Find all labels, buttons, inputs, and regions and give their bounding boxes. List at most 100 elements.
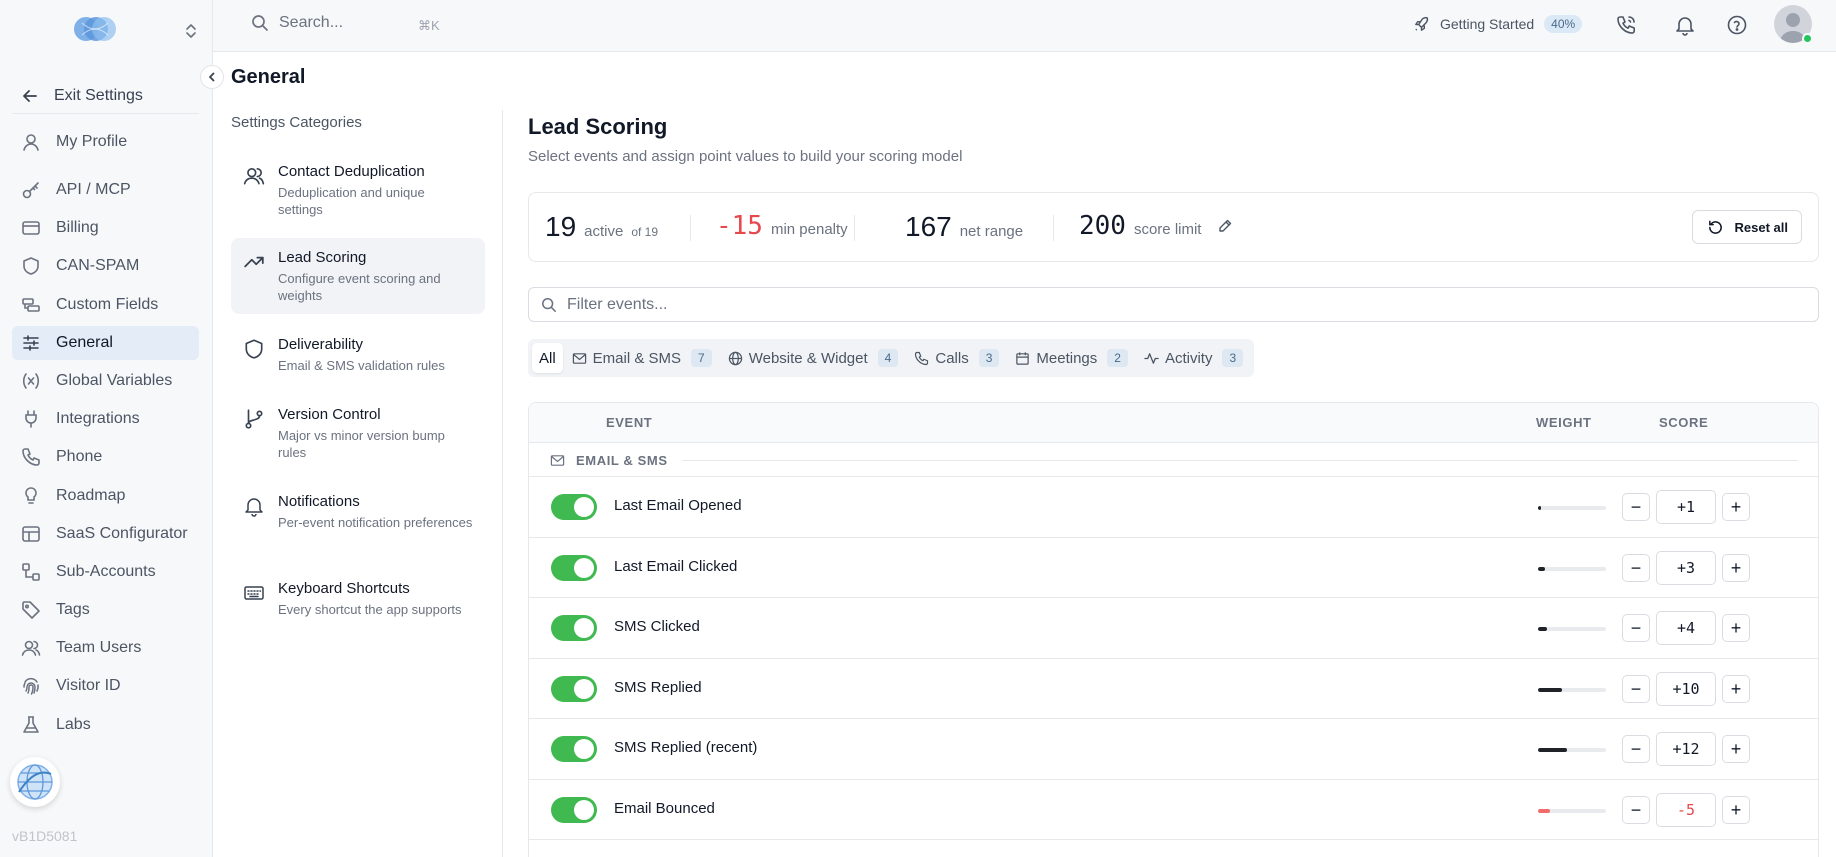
category-keyboard-shortcuts[interactable]: Keyboard Shortcuts Every shortcut the ap… — [231, 569, 485, 628]
event-toggle[interactable] — [551, 494, 597, 520]
increment-button[interactable]: + — [1722, 795, 1750, 824]
increment-button[interactable]: + — [1722, 674, 1750, 703]
tab-calls[interactable]: Calls 3 — [907, 343, 1006, 373]
phone-call-icon[interactable] — [1615, 14, 1637, 36]
increment-button[interactable]: + — [1722, 493, 1750, 521]
decrement-button[interactable]: − — [1622, 493, 1650, 521]
tab-meetings[interactable]: Meetings 2 — [1008, 343, 1135, 373]
column-header-score: SCORE — [1659, 415, 1709, 430]
sidebar-item-label: General — [56, 333, 113, 351]
increment-button[interactable]: + — [1722, 735, 1750, 763]
decrement-button[interactable]: − — [1622, 553, 1650, 582]
score-value[interactable]: +10 — [1656, 671, 1716, 706]
sidebar-item-team-users[interactable]: Team Users — [12, 631, 199, 665]
table-row: Last Email Clicked − +3 + — [529, 538, 1818, 598]
decrement-button[interactable]: − — [1622, 795, 1650, 824]
stat-limit-label: score limit — [1133, 221, 1202, 238]
filter-events-input[interactable] — [567, 288, 1807, 321]
decrement-button[interactable]: − — [1622, 735, 1650, 763]
sidebar-item-label: Roadmap — [56, 486, 126, 504]
sidebar-item-saas-configurator[interactable]: SaaS Configurator — [12, 517, 199, 551]
section-title: Lead Scoring — [528, 114, 668, 139]
weight-bar-fill — [1538, 748, 1567, 752]
sub-accounts-icon — [20, 561, 42, 583]
sidebar-item-global-variables[interactable]: Global Variables — [12, 364, 199, 398]
credit-card-icon — [20, 217, 42, 239]
stat-range: 167 net range — [905, 211, 1023, 243]
category-contact-deduplication[interactable]: Contact Deduplication Deduplication and … — [231, 152, 485, 228]
sidebar-item-can-spam[interactable]: CAN-SPAM — [12, 249, 199, 283]
category-title: Deliverability — [278, 336, 364, 353]
category-lead-scoring[interactable]: Lead Scoring Configure event scoring and… — [231, 238, 485, 314]
sidebar-item-billing[interactable]: Billing — [12, 211, 199, 245]
weight-bar — [1538, 627, 1606, 631]
bell-icon[interactable] — [1674, 14, 1696, 36]
tab-website-widget[interactable]: Website & Widget 4 — [721, 343, 906, 373]
category-desc: Every shortcut the app supports — [278, 602, 462, 617]
sidebar-item-phone[interactable]: Phone — [12, 440, 199, 474]
activity-icon — [1144, 352, 1159, 364]
flask-icon — [20, 714, 42, 736]
collapse-sidebar-button[interactable] — [200, 65, 224, 89]
event-toggle[interactable] — [551, 736, 597, 762]
chevron-updown-icon[interactable] — [184, 23, 198, 39]
category-title: Contact Deduplication — [278, 163, 425, 180]
tab-activity[interactable]: Activity 3 — [1137, 343, 1250, 373]
event-toggle[interactable] — [551, 615, 597, 641]
exit-settings-link[interactable]: Exit Settings — [12, 78, 199, 114]
sidebar-item-tags[interactable]: Tags — [12, 593, 199, 627]
sidebar-item-api-mcp[interactable]: API / MCP — [12, 173, 199, 207]
stats-bar: 19 active of 19 -15 min penalty 167 net … — [528, 192, 1819, 262]
reset-all-button[interactable]: Reset all — [1691, 210, 1802, 244]
event-toggle[interactable] — [551, 554, 597, 581]
score-value[interactable]: +3 — [1656, 550, 1716, 585]
progress-badge: 40% — [1544, 15, 1583, 33]
scoring-table: EVENT WEIGHT SCORE EMAIL & SMS Last Emai… — [528, 402, 1819, 857]
increment-button[interactable]: + — [1722, 553, 1750, 582]
category-deliverability[interactable]: Deliverability Email & SMS validation ru… — [231, 325, 485, 384]
sidebar-item-sub-accounts[interactable]: Sub-Accounts — [12, 555, 199, 589]
decrement-button[interactable]: − — [1622, 614, 1650, 642]
event-toggle[interactable] — [551, 675, 597, 702]
event-toggle[interactable] — [551, 796, 597, 823]
calendar-icon — [1016, 351, 1030, 365]
score-stepper: − +12 + — [1622, 732, 1750, 766]
reset-all-label: Reset all — [1734, 219, 1788, 235]
score-value[interactable]: +4 — [1656, 611, 1716, 645]
score-value[interactable]: +12 — [1656, 732, 1716, 766]
category-desc: Email & SMS validation rules — [278, 358, 445, 373]
increment-button[interactable]: + — [1722, 614, 1750, 642]
category-version-control[interactable]: Version Control Major vs minor version b… — [231, 395, 485, 471]
global-search[interactable]: Search... — [251, 14, 343, 32]
weight-bar — [1538, 566, 1606, 571]
logo-icon — [74, 17, 116, 41]
getting-started-label: Getting Started — [1440, 16, 1535, 32]
sidebar-item-visitor-id[interactable]: Visitor ID — [12, 669, 199, 703]
tab-count: 3 — [978, 349, 1000, 367]
sidebar-item-general[interactable]: General — [12, 325, 199, 360]
score-value[interactable]: +1 — [1656, 490, 1716, 524]
table-row: SMS Replied (recent) − +12 + — [529, 719, 1818, 780]
event-name: Last Email Clicked — [614, 557, 738, 575]
workspace-switcher[interactable] — [0, 12, 213, 48]
sidebar-item-custom-fields[interactable]: Custom Fields — [12, 288, 199, 322]
pencil-icon[interactable] — [1217, 218, 1233, 234]
help-icon[interactable] — [1726, 14, 1748, 36]
weight-bar — [1538, 687, 1606, 692]
tab-all[interactable]: All — [532, 343, 563, 373]
sidebar-item-labs[interactable]: Labs — [12, 708, 199, 742]
tab-email-sms[interactable]: Email & SMS 7 — [565, 343, 719, 373]
sidebar-item-integrations[interactable]: Integrations — [12, 402, 199, 436]
event-name: Last Email Opened — [614, 497, 742, 514]
tab-label: Email & SMS — [592, 349, 682, 367]
sidebar-item-my-profile[interactable]: My Profile — [12, 125, 199, 159]
globe-button[interactable] — [10, 757, 60, 807]
category-notifications[interactable]: Notifications Per-event notification pre… — [231, 482, 485, 541]
sidebar: Exit Settings My Profile API / MCP Billi… — [0, 0, 213, 857]
sidebar-item-roadmap[interactable]: Roadmap — [12, 479, 199, 513]
group-label: EMAIL & SMS — [576, 453, 668, 468]
getting-started-button[interactable]: Getting Started 40% — [1413, 15, 1583, 33]
score-value[interactable]: -5 — [1656, 792, 1716, 827]
trending-up-icon — [244, 256, 264, 268]
decrement-button[interactable]: − — [1622, 674, 1650, 703]
